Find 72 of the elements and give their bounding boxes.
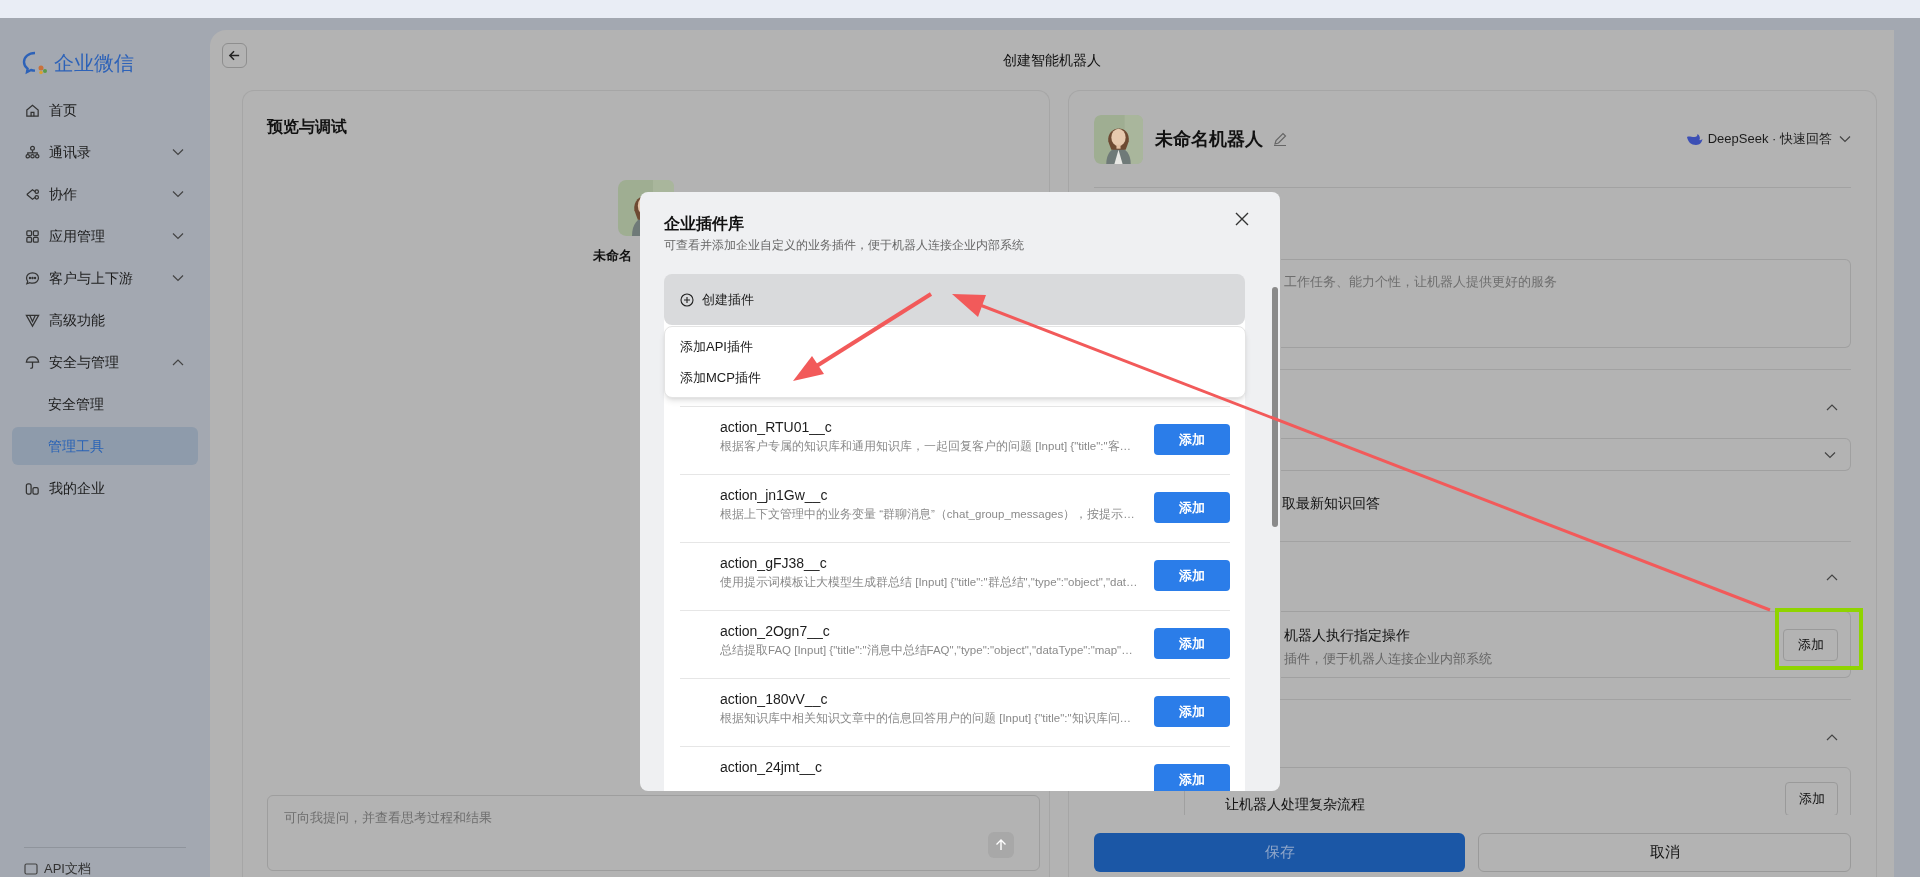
sidebar-item[interactable]: 客户与上下游 xyxy=(12,259,198,297)
logo-text: 企业微信 xyxy=(54,51,134,76)
logo-icon xyxy=(22,51,50,75)
add-button[interactable]: 添加 xyxy=(1154,764,1230,791)
plugin-name: action_180vV__c xyxy=(720,690,828,708)
dialog-title: 企业插件库 xyxy=(664,214,744,234)
option-label: 取最新知识回答 xyxy=(1282,494,1380,513)
card-title: 让机器人处理复杂流程 xyxy=(1225,796,1365,812)
plugin-description: 根据知识库中相关知识文章中的信息回答用户的问题 [Input] {"title":"知识库问… xyxy=(720,711,1132,726)
dropdown-field[interactable] xyxy=(1281,438,1851,471)
collapse-icon xyxy=(1826,403,1838,411)
sidebar-item[interactable]: 应用管理 xyxy=(12,217,198,255)
scrollbar-thumb[interactable] xyxy=(1272,287,1278,527)
chevron-icon xyxy=(172,190,184,198)
home-icon xyxy=(24,101,41,119)
cancel-button[interactable]: 取消 xyxy=(1478,833,1851,872)
plugin-name: action_jn1Gw__c xyxy=(720,486,828,504)
plugin-description: 总结提取FAQ [Input] {"title":"消息中总结FAQ","type":"object","dataType":"map"… xyxy=(720,643,1133,658)
create-plugin-button[interactable]: 创建插件 xyxy=(664,274,1245,325)
api-docs-link[interactable]: API文档 xyxy=(44,861,91,876)
pencil-icon[interactable] xyxy=(1273,132,1287,146)
chevron-icon xyxy=(172,232,184,240)
plugin-description: 根据客户专属的知识库和通用知识库，一起回复客户的问题 [Input] {"title":"客… xyxy=(720,439,1132,454)
arrow-up-icon xyxy=(995,839,1007,851)
menu-item[interactable]: 添加API插件 xyxy=(665,331,1245,362)
collapse-icon xyxy=(1826,733,1838,741)
whale-icon xyxy=(1685,132,1703,146)
plugin-name: action_RTU01__c xyxy=(720,418,832,436)
sidebar-item[interactable]: 安全管理 xyxy=(12,385,198,423)
plugin-name: action_2Ogn7__c xyxy=(720,622,830,640)
sidebar-item[interactable]: 安全与管理 xyxy=(12,343,198,381)
org-icon xyxy=(24,143,41,161)
collapse-icon xyxy=(1826,573,1838,581)
chevron-icon xyxy=(1839,135,1851,143)
add-circle-icon xyxy=(680,292,694,307)
add-button[interactable]: 添加 xyxy=(1154,492,1230,523)
back-button[interactable] xyxy=(222,43,247,68)
add-button[interactable]: 添加 xyxy=(1154,560,1230,591)
add-button[interactable]: 添加 xyxy=(1154,424,1230,455)
send-button[interactable] xyxy=(988,832,1014,858)
plugin-name: action_gFJ38__c xyxy=(720,554,827,572)
security-icon xyxy=(24,353,41,371)
close-icon xyxy=(1235,212,1249,226)
chevron-icon xyxy=(172,274,184,282)
add-button[interactable]: 添加 xyxy=(1783,629,1838,661)
card-title: 机器人执行指定操作 xyxy=(1284,626,1410,645)
plugin-name: action_24jmt__c xyxy=(720,758,822,776)
add-button[interactable]: 添加 xyxy=(1785,782,1838,815)
plugin-description: 使用提示词模板让大模型生成群总结 [Input] {"title":"群总结","type":"object","dat… xyxy=(720,575,1138,590)
chevron-icon xyxy=(172,148,184,156)
chevron-icon xyxy=(172,358,184,366)
sidebar-item[interactable]: 通讯录 xyxy=(12,133,198,171)
card-description: 插件，便于机器人连接企业内部系统 xyxy=(1284,650,1492,668)
chat-icon xyxy=(24,269,41,287)
page-title: 创建智能机器人 xyxy=(1003,50,1101,70)
bot-name: 未命名机器人 xyxy=(1155,127,1263,151)
panel-title: 预览与调试 xyxy=(267,117,347,137)
add-button[interactable]: 添加 xyxy=(1154,696,1230,727)
document-icon xyxy=(24,862,38,875)
plugin-description: 根据上下文管理中的业务变量 “群聊消息”（chat_group_messages），按提示… xyxy=(720,507,1135,522)
back-arrow-icon xyxy=(228,49,241,62)
model-selector[interactable]: DeepSeek · 快速回答 xyxy=(1685,129,1851,149)
chevron-icon xyxy=(1824,450,1836,459)
menu-item[interactable]: 添加MCP插件 xyxy=(665,362,1245,393)
sidebar-item[interactable]: 高级功能 xyxy=(12,301,198,339)
sidebar-item[interactable]: 我的企业 xyxy=(12,469,198,507)
add-button[interactable]: 添加 xyxy=(1154,628,1230,659)
sidebar-item[interactable]: 首页 xyxy=(12,91,198,129)
dialog-subtitle: 可查看并添加企业自定义的业务插件，便于机器人连接企业内部系统 xyxy=(664,237,1024,254)
sidebar-item[interactable]: 协作 xyxy=(12,175,198,213)
apps-icon xyxy=(24,227,41,245)
bot-name: 未命名 xyxy=(593,247,632,265)
